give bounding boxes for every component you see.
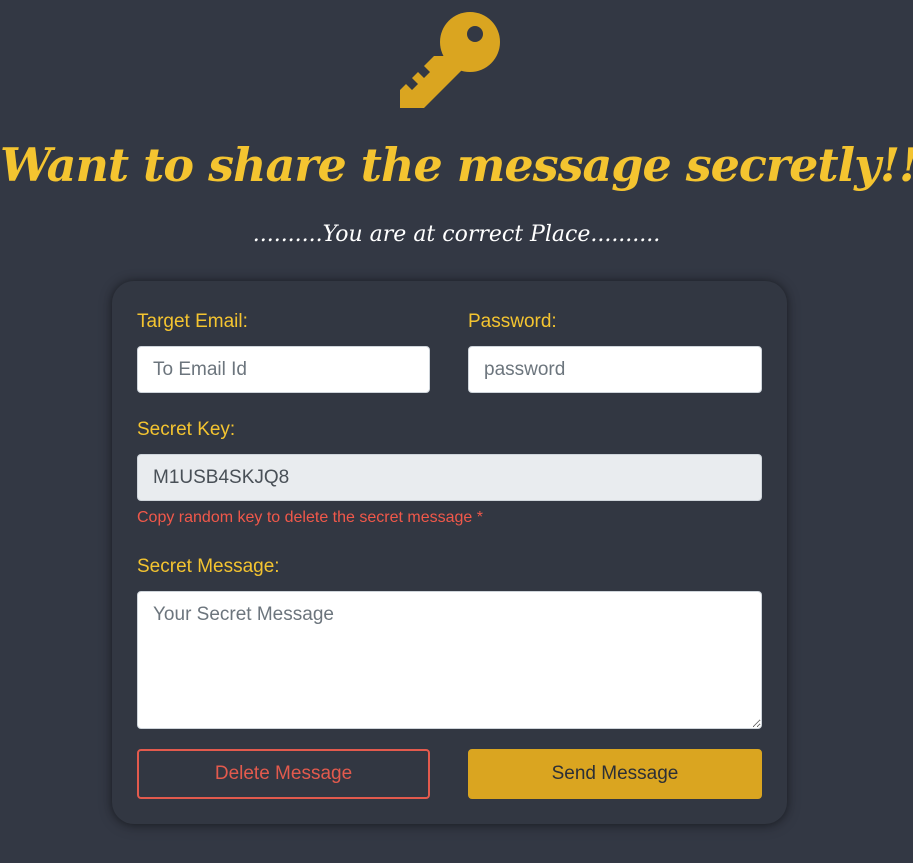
page-title: Want to share the message secretly!!!: [0, 138, 913, 192]
target-email-label: Target Email:: [137, 311, 248, 332]
target-email-input[interactable]: [137, 346, 430, 393]
delete-message-button[interactable]: Delete Message: [137, 749, 430, 799]
password-input[interactable]: [468, 346, 762, 393]
secret-key-input[interactable]: [137, 454, 762, 501]
secret-message-textarea[interactable]: [137, 591, 762, 729]
send-message-button[interactable]: Send Message: [468, 749, 762, 799]
secret-message-label: Secret Message:: [137, 556, 280, 577]
key-icon: [396, 8, 502, 112]
page-subtitle: ..........You are at correct Place......…: [252, 222, 661, 247]
password-label: Password:: [468, 311, 557, 332]
secret-key-label: Secret Key:: [137, 419, 236, 440]
secret-message-form: Target Email: Password: Secret Key: Copy…: [112, 281, 787, 824]
secret-key-hint: Copy random key to delete the secret mes…: [137, 509, 483, 526]
